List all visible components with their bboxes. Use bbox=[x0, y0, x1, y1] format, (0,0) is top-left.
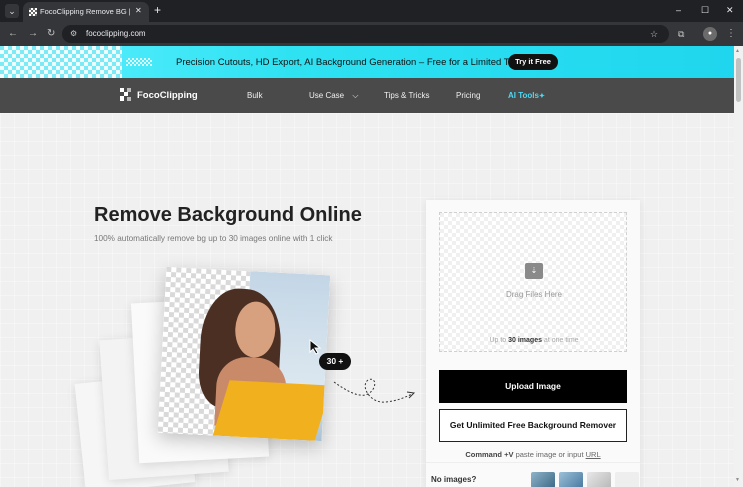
hero-subtitle: 100% automatically remove bg up to 30 im… bbox=[94, 234, 333, 243]
checker-pattern-decoration bbox=[0, 46, 122, 78]
scroll-down-arrow-icon[interactable]: ▼ bbox=[735, 477, 740, 483]
close-window-button[interactable]: ✕ bbox=[726, 3, 734, 17]
sample-image-thumb[interactable] bbox=[587, 472, 611, 487]
url-input-link[interactable]: URL bbox=[586, 450, 601, 459]
download-tray-icon: ⇣ bbox=[525, 263, 543, 279]
browser-tab[interactable]: FocoClipping Remove BG | Fre ✕ bbox=[23, 2, 149, 22]
paste-hint-text: paste image or input bbox=[513, 450, 586, 459]
web-page: Precision Cutouts, HD Export, AI Backgro… bbox=[0, 46, 734, 487]
image-count-badge: 30 + bbox=[319, 353, 351, 370]
tab-close-icon[interactable]: ✕ bbox=[135, 5, 142, 17]
new-tab-button[interactable]: + bbox=[154, 3, 161, 17]
hero-title: Remove Background Online bbox=[94, 204, 362, 226]
favicon-icon bbox=[29, 8, 37, 16]
nav-link-tips[interactable]: Tips & Tricks bbox=[384, 90, 429, 101]
nav-link-use-case-label: Use Case bbox=[309, 91, 345, 100]
limit-suffix: at one time bbox=[541, 337, 579, 344]
sample-image-thumb[interactable] bbox=[531, 472, 555, 487]
address-bar[interactable]: ⚙ fococlipping.com ☆ bbox=[62, 25, 669, 43]
nav-link-use-case[interactable]: Use Case ⌵ bbox=[309, 90, 358, 101]
sample-image-thumb[interactable] bbox=[559, 472, 583, 487]
pixel-decoration bbox=[126, 58, 152, 66]
maximize-button[interactable]: ☐ bbox=[701, 3, 709, 17]
browser-menu-icon[interactable]: ⋮ bbox=[726, 27, 736, 41]
fococlipping-logo-icon[interactable] bbox=[120, 88, 131, 101]
drop-zone[interactable]: ⇣ Drag Files Here Up to 30 images at one… bbox=[439, 212, 627, 352]
back-arrow-icon[interactable]: ← bbox=[8, 27, 18, 41]
try-it-free-button[interactable]: Try it Free bbox=[508, 54, 558, 70]
ai-tools-label: AI Tools bbox=[508, 91, 539, 100]
limit-count: 30 images bbox=[508, 337, 542, 344]
url-text[interactable]: fococlipping.com bbox=[86, 27, 146, 41]
profile-avatar[interactable]: ● bbox=[703, 27, 717, 41]
no-images-label: No images? bbox=[431, 475, 477, 484]
sparkle-icon: ✦ bbox=[538, 93, 545, 100]
upload-limit-text: Up to 30 images at one time bbox=[440, 336, 628, 346]
promo-banner: Precision Cutouts, HD Export, AI Backgro… bbox=[0, 46, 734, 78]
limit-prefix: Up to bbox=[489, 337, 509, 344]
nav-link-pricing[interactable]: Pricing bbox=[456, 90, 480, 101]
scrollbar-thumb[interactable] bbox=[736, 58, 741, 102]
bookmark-star-icon[interactable]: ☆ bbox=[650, 27, 658, 41]
unlimited-remover-button[interactable]: Get Unlimited Free Background Remover bbox=[439, 409, 627, 442]
banner-text: Precision Cutouts, HD Export, AI Backgro… bbox=[176, 57, 525, 68]
dotted-arrow-icon bbox=[333, 378, 416, 403]
tab-title: FocoClipping Remove BG | Fre bbox=[40, 7, 130, 16]
sample-images-row: No images? bbox=[426, 462, 640, 487]
paste-shortcut: Command +V bbox=[465, 450, 514, 459]
upload-panel: ⇣ Drag Files Here Up to 30 images at one… bbox=[426, 200, 640, 487]
scrollbar[interactable]: ▲ ▼ bbox=[734, 46, 743, 487]
demo-photo bbox=[157, 266, 331, 442]
sample-image-thumb[interactable] bbox=[615, 472, 639, 487]
browser-toolbar: ← → ↻ ⚙ fococlipping.com ☆ ⧉ ● ⋮ bbox=[0, 22, 743, 46]
reload-icon[interactable]: ↻ bbox=[47, 27, 55, 41]
extensions-icon[interactable]: ⧉ bbox=[678, 27, 684, 41]
cursor-icon bbox=[309, 339, 322, 355]
nav-link-bulk[interactable]: Bulk bbox=[247, 90, 263, 101]
chevron-down-icon: ⌵ bbox=[352, 91, 359, 100]
forward-arrow-icon[interactable]: → bbox=[28, 27, 38, 41]
paste-hint: Command +V paste image or input URL bbox=[426, 449, 640, 460]
site-info-icon[interactable]: ⚙ bbox=[70, 27, 77, 41]
nav-link-ai-tools[interactable]: AI Tools✦ bbox=[508, 90, 545, 102]
photo-subject-scarf bbox=[212, 380, 331, 441]
drop-label: Drag Files Here bbox=[505, 290, 562, 299]
minimize-button[interactable]: – bbox=[676, 3, 681, 17]
scroll-up-arrow-icon[interactable]: ▲ bbox=[735, 48, 740, 54]
site-navigation: FocoClipping Bulk Use Case ⌵ Tips & Tric… bbox=[0, 78, 734, 113]
tab-strip: ⌄ FocoClipping Remove BG | Fre ✕ + – ☐ ✕ bbox=[0, 0, 743, 22]
upload-image-button[interactable]: Upload Image bbox=[439, 370, 627, 403]
logo-text[interactable]: FocoClipping bbox=[137, 89, 198, 102]
tab-search-button[interactable]: ⌄ bbox=[5, 4, 19, 18]
